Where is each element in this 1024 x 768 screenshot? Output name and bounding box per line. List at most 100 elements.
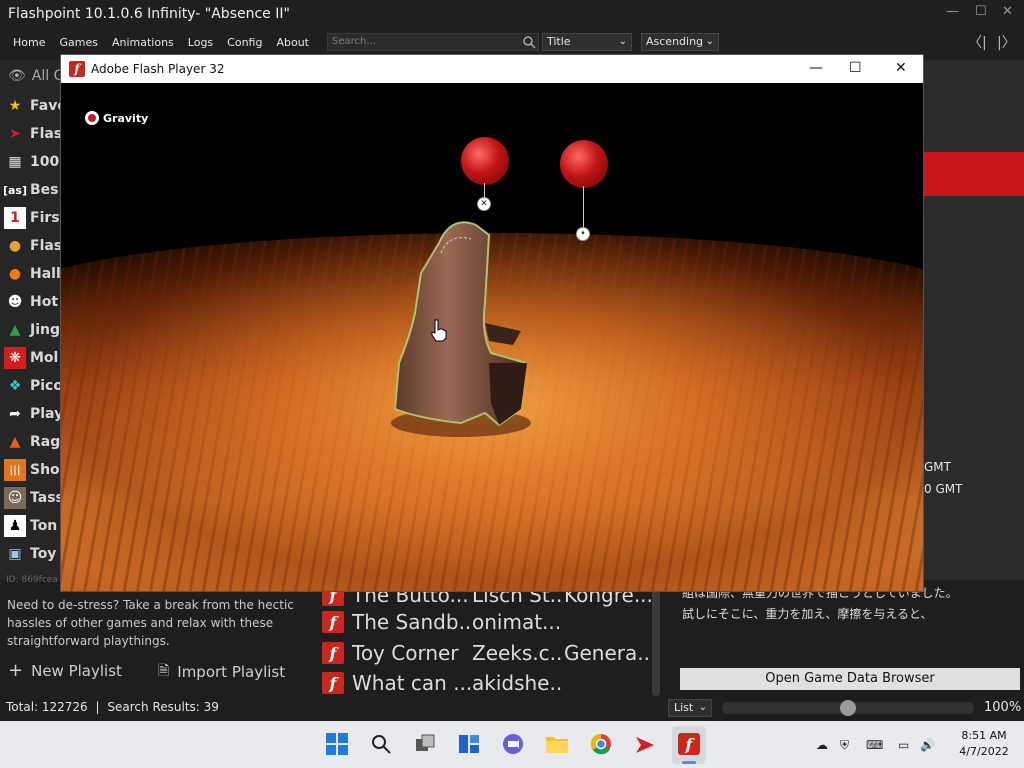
cloud-offline-icon[interactable]: ☁ <box>816 738 828 752</box>
launcher-titlebar: Flashpoint 10.1.0.6 Infinity- "Absence I… <box>0 0 1024 28</box>
pin-icon[interactable]: ✕ <box>477 197 491 211</box>
playlist-item[interactable]: ➤ Flas <box>4 120 60 148</box>
table-row[interactable]: f The Sandb... onimat... <box>318 607 654 637</box>
flash-player-icon[interactable]: f <box>676 731 702 757</box>
new-playlist-button[interactable]: + New Playlist <box>8 660 122 681</box>
playlist-item[interactable]: ▲ Rag <box>4 428 60 456</box>
view-mode-value: List <box>674 701 694 714</box>
playlist-item[interactable]: ▣ Toy <box>4 540 60 568</box>
menu-home[interactable]: Home <box>7 36 53 49</box>
system-clock[interactable]: 8:51 AM 4/7/2022 <box>954 728 1014 760</box>
shield-icon[interactable]: ⛨ <box>840 738 849 753</box>
pin-icon[interactable]: • <box>576 227 590 241</box>
search-icon[interactable] <box>522 35 536 49</box>
playlist-item[interactable]: ★ Favo <box>4 92 60 120</box>
boot-object[interactable] <box>381 213 541 443</box>
chrome-icon[interactable] <box>588 731 614 757</box>
gravity-toggle[interactable]: Gravity <box>85 111 148 125</box>
playlist-label: Hall <box>30 266 60 282</box>
flash-game-stage[interactable]: Gravity ✕ • <box>61 83 923 591</box>
chevron-down-icon: ⌄ <box>698 702 707 713</box>
playlist-item[interactable]: ||| Sho <box>4 456 60 484</box>
flash-icon: f <box>322 642 344 664</box>
menu-games[interactable]: Games <box>53 36 105 49</box>
playlist-item[interactable]: [as] Bes <box>4 176 60 204</box>
close-icon[interactable]: ✕ <box>895 60 907 76</box>
active-app-indicator <box>682 761 696 764</box>
chevron-down-icon: ⌄ <box>618 36 627 47</box>
playlist-label: 100 <box>30 154 60 170</box>
playlist-item[interactable]: ▦ 100 <box>4 148 60 176</box>
playlist-item[interactable]: ❋ Mol <box>4 344 60 372</box>
widgets-icon[interactable] <box>456 731 482 757</box>
file-explorer-icon[interactable] <box>544 731 570 757</box>
playlist-label: Flas <box>30 126 60 142</box>
task-view-icon[interactable] <box>412 731 438 757</box>
flash-player-titlebar: f Adobe Flash Player 32 <box>61 55 923 83</box>
star-icon: ★ <box>8 98 22 114</box>
playlist-item[interactable]: ● Hall <box>4 260 60 288</box>
balloon[interactable] <box>461 137 509 185</box>
search-input[interactable]: Search... <box>327 33 539 51</box>
tree-icon: ▲ <box>9 322 21 338</box>
gravity-radio-icon <box>85 111 99 125</box>
list-scrollbar[interactable] <box>652 584 660 696</box>
menu-animations[interactable]: Animations <box>106 36 182 49</box>
all-games-item[interactable]: 👁 All G <box>8 68 64 84</box>
game-publisher: Genera... <box>564 641 654 665</box>
balloon[interactable] <box>560 140 608 188</box>
display-icon[interactable]: ▭ <box>898 738 909 752</box>
table-row[interactable]: f What can ... akidshe... <box>318 668 654 698</box>
playlist-label: First <box>30 210 60 226</box>
playlist-item[interactable]: ▲ Jing <box>4 316 60 344</box>
open-game-data-browser-button[interactable]: Open Game Data Browser <box>680 668 1020 690</box>
status-bar: Total: 122726 | Search Results: 39 <box>6 700 219 714</box>
close-icon[interactable]: ✕ <box>1002 4 1013 19</box>
waveform-icon: ||| <box>4 459 26 481</box>
menu-config[interactable]: Config <box>221 36 270 49</box>
view-mode-select[interactable]: List ⌄ <box>668 699 712 717</box>
search-icon[interactable] <box>368 731 394 757</box>
playlist-item[interactable]: ♟ Ton <box>4 512 60 540</box>
playlist-item[interactable]: ● Flas <box>4 232 60 260</box>
pixels-icon: ❖ <box>8 378 22 394</box>
plus-icon: + <box>8 660 24 681</box>
game-title: What can ... <box>352 671 472 695</box>
start-icon[interactable] <box>324 731 350 757</box>
flashpoint-icon[interactable] <box>632 731 658 757</box>
flash-icon: f <box>322 611 344 633</box>
volume-icon[interactable]: 🔊 <box>920 738 935 752</box>
zoom-slider-thumb[interactable] <box>840 700 856 716</box>
as-icon: [as] <box>4 183 28 197</box>
table-row[interactable]: f Toy Corner Zeeks.c... Genera... <box>318 638 654 668</box>
playlist-item[interactable]: 1First <box>4 204 60 232</box>
import-playlist-button[interactable]: 🗎 Import Playlist <box>158 660 285 684</box>
playlist-item[interactable]: ➦ Play <box>4 400 60 428</box>
burger-icon: ● <box>8 238 22 254</box>
keyboard-icon[interactable]: ⌨ <box>866 738 883 752</box>
sort-order-select[interactable]: Ascending ⌄ <box>641 33 719 51</box>
collapse-left-icon[interactable]: 〈| <box>968 32 987 52</box>
game-developer: onimat... <box>472 610 562 634</box>
chat-icon[interactable] <box>500 731 526 757</box>
flash-player-title: Adobe Flash Player 32 <box>91 62 225 76</box>
playlist-item[interactable]: ❖ Pico <box>4 372 60 400</box>
maximize-icon[interactable]: ☐ <box>975 4 987 19</box>
game-details-panel <box>924 60 1024 580</box>
playlist-item[interactable]: ☺ Tass <box>4 484 60 512</box>
portrait-icon: ☺ <box>4 487 26 509</box>
playlist-id: ID: 869fcea <box>6 575 58 585</box>
face-icon: ☻ <box>7 294 23 310</box>
playlist-item[interactable]: ☻ Hot <box>4 288 60 316</box>
minimize-icon[interactable]: — <box>946 4 959 19</box>
date-modified: 0 GMT <box>924 482 963 496</box>
chevron-down-icon: ⌄ <box>705 36 714 47</box>
playlist-label: Ton <box>30 518 58 534</box>
sort-field-select[interactable]: Title ⌄ <box>542 33 632 51</box>
minimize-icon[interactable]: — <box>809 60 823 76</box>
menu-about[interactable]: About <box>270 36 317 49</box>
menu-logs[interactable]: Logs <box>182 36 221 49</box>
collapse-right-icon[interactable]: |〉 <box>997 32 1016 52</box>
maximize-icon[interactable]: ☐ <box>849 60 862 76</box>
invader-icon: ▦ <box>8 154 22 170</box>
